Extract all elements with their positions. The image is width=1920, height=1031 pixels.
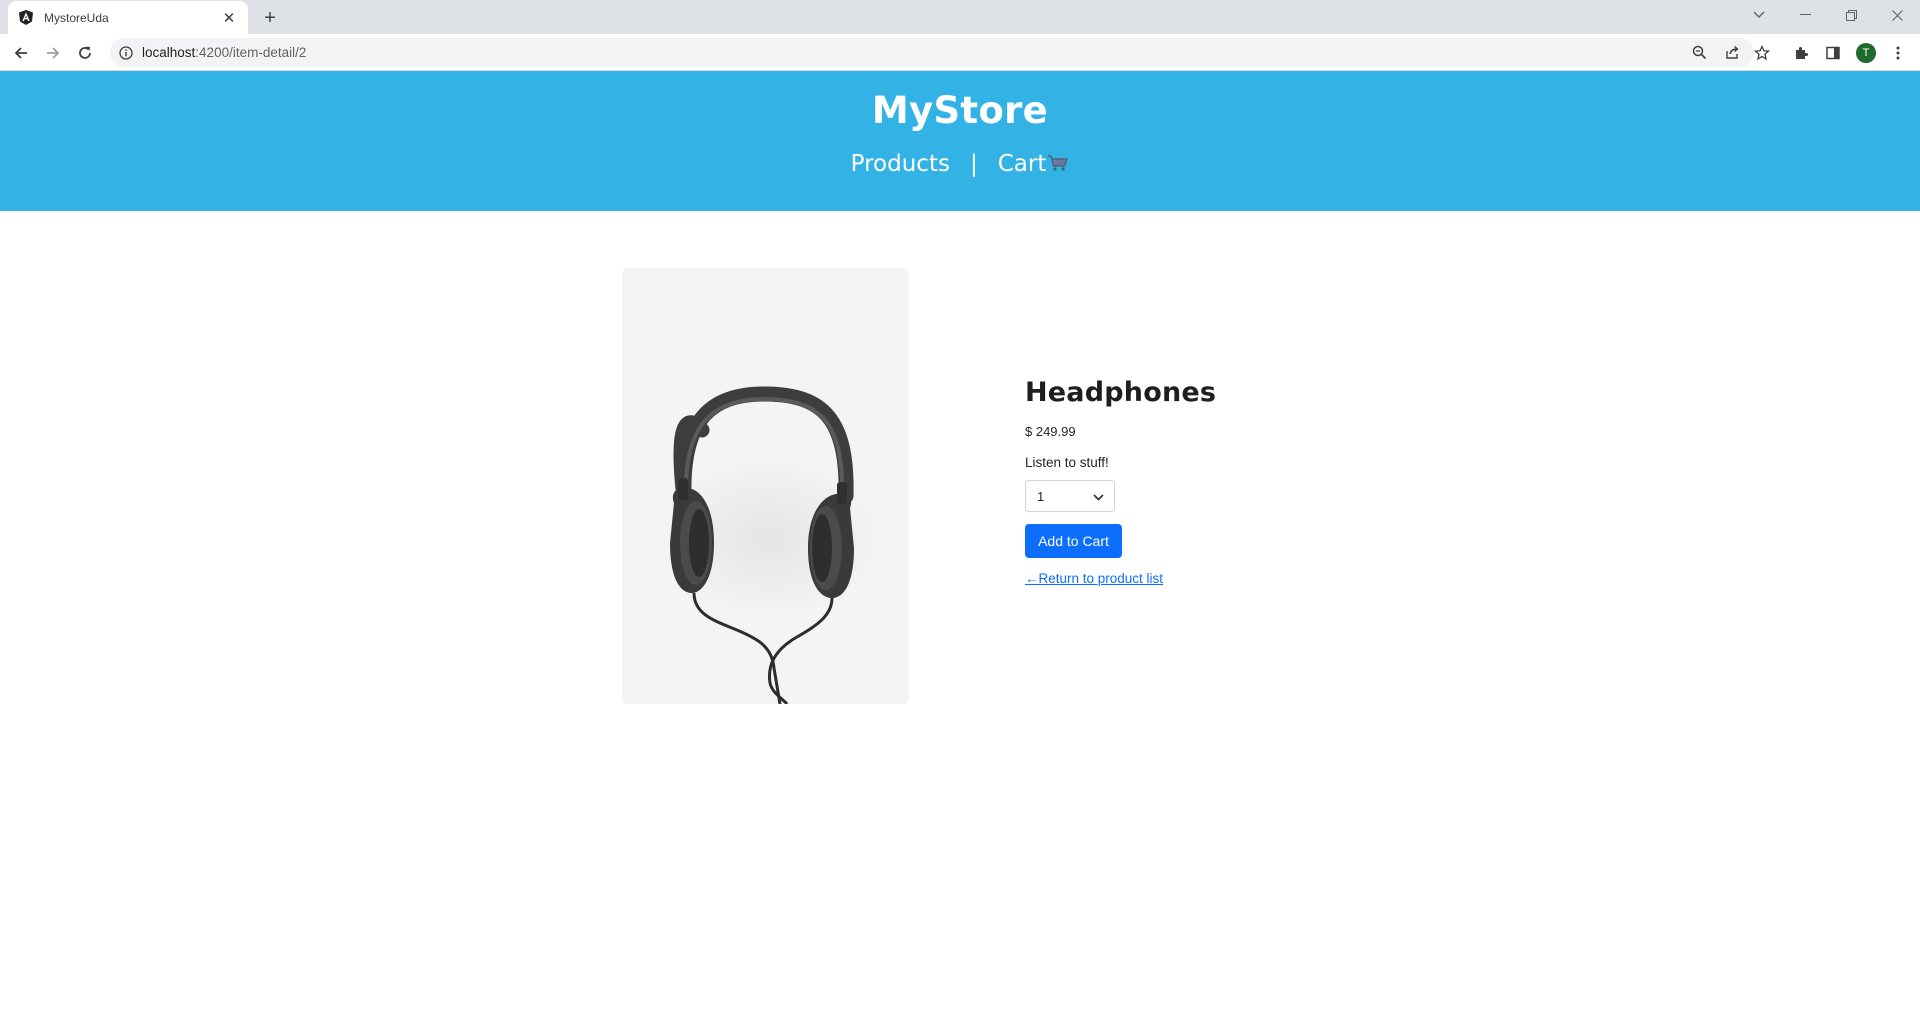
browser-toolbar: localhost:4200/item-detail/2 T [0, 34, 1920, 71]
add-to-cart-button[interactable]: Add to Cart [1025, 524, 1122, 558]
product-name: Headphones [1025, 377, 1217, 408]
angular-favicon-icon [18, 10, 34, 26]
url-text[interactable]: localhost:4200/item-detail/2 [142, 45, 306, 60]
nav-separator: | [969, 151, 978, 178]
site-header: MyStore Products | Cart [0, 71, 1920, 211]
product-image [622, 268, 909, 704]
forward-icon[interactable] [40, 40, 66, 66]
return-to-product-list-link[interactable]: ←Return to product list [1025, 571, 1163, 586]
profile-avatar[interactable]: T [1853, 40, 1879, 66]
minimize-icon[interactable] [1790, 4, 1820, 26]
plus-icon[interactable]: + [258, 6, 282, 30]
back-icon[interactable] [8, 40, 34, 66]
tab-title: MystoreUda [44, 10, 109, 25]
share-icon[interactable] [1720, 38, 1744, 67]
sidepanel-icon[interactable] [1820, 40, 1846, 66]
info-icon[interactable] [118, 45, 134, 61]
restore-icon[interactable] [1836, 4, 1866, 26]
zoom-icon[interactable] [1687, 38, 1711, 67]
headphones-icon [658, 386, 882, 704]
cart-icon [1047, 152, 1069, 178]
url-path: :4200/item-detail/2 [195, 45, 307, 60]
tab-search-icon[interactable] [1744, 4, 1774, 26]
chevron-down-icon [1093, 489, 1104, 504]
reload-icon[interactable] [72, 40, 98, 66]
browser-tabstrip: MystoreUda ✕ + [0, 0, 1920, 34]
url-host: localhost [142, 45, 196, 60]
nav-cart-link[interactable]: Cart [998, 151, 1070, 178]
nav-cart-label: Cart [997, 151, 1047, 177]
quantity-value: 1 [1037, 488, 1045, 504]
browser-tab[interactable]: MystoreUda ✕ [8, 1, 248, 34]
main-nav: Products | Cart [0, 151, 1920, 178]
product-details: Headphones $ 249.99 Listen to stuff! 1 A… [1025, 377, 1425, 588]
bookmark-star-icon[interactable] [1749, 40, 1775, 66]
close-icon[interactable]: ✕ [220, 9, 238, 27]
brand-title[interactable]: MyStore [0, 89, 1920, 132]
close-window-icon[interactable] [1882, 4, 1912, 26]
quantity-select[interactable]: 1 [1025, 480, 1115, 512]
extensions-icon[interactable] [1788, 40, 1814, 66]
menu-icon[interactable] [1885, 40, 1911, 66]
product-description: Listen to stuff! [1025, 455, 1109, 470]
nav-products-link[interactable]: Products [851, 151, 950, 177]
address-bar[interactable]: localhost:4200/item-detail/2 [110, 38, 1754, 67]
product-price: $ 249.99 [1025, 424, 1076, 439]
avatar-letter: T [1856, 43, 1876, 63]
